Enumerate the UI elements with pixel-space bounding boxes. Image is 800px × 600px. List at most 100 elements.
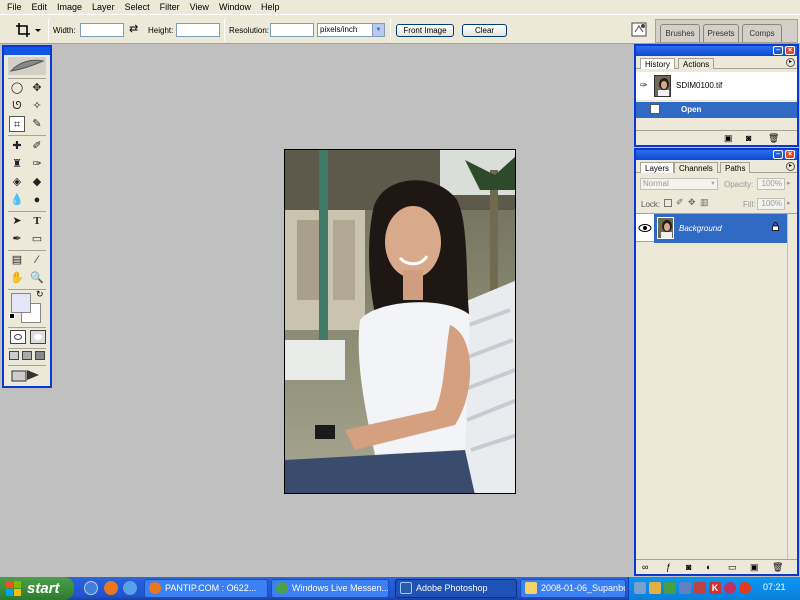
marquee-tool-icon[interactable]: ◯ (9, 80, 25, 96)
history-snapshot-row[interactable]: ✑ SDIM0100.tif (636, 72, 797, 100)
dodge-tool-icon[interactable]: ● (29, 192, 45, 208)
minimize-icon[interactable]: – (773, 46, 783, 55)
tab-paths[interactable]: Paths (720, 162, 751, 173)
menu-view[interactable]: View (185, 0, 214, 14)
panel-menu-icon[interactable]: ▸ (786, 58, 795, 67)
task-folder[interactable]: 2008-01-06_Supanbu... (520, 579, 626, 598)
history-brush-icon[interactable]: ✑ (29, 156, 45, 172)
paint-bucket-icon[interactable]: ◆ (29, 174, 45, 190)
fill-slider-arrow-icon[interactable]: ▸ (787, 199, 791, 207)
blur-tool-icon[interactable]: 💧 (9, 192, 25, 208)
lasso-tool-icon[interactable]: ᘎ (9, 98, 25, 114)
opacity-field[interactable]: 100% (757, 178, 785, 190)
tool-preset-picker[interactable] (15, 21, 45, 39)
menu-image[interactable]: Image (52, 0, 87, 14)
trash-icon[interactable]: 🗑 (772, 562, 783, 573)
width-field[interactable] (80, 23, 124, 37)
close-icon[interactable]: × (785, 46, 795, 55)
panel-menu-icon[interactable]: ▸ (786, 162, 795, 171)
slice-tool-icon[interactable]: ✎ (29, 116, 45, 132)
tray-antivirus-icon[interactable] (694, 582, 706, 594)
quicklaunch-ie-icon[interactable] (123, 581, 137, 595)
move-tool-icon[interactable]: ✥ (29, 80, 45, 96)
lock-all-icon[interactable]: ▥ (700, 197, 709, 208)
link-layers-icon[interactable]: ∞ (642, 562, 648, 572)
clock[interactable]: 07:21 (763, 582, 786, 592)
layer-visibility-toggle[interactable] (636, 214, 654, 242)
document-canvas[interactable] (284, 149, 516, 494)
task-pantip[interactable]: PANTIP.COM : O622... (144, 579, 268, 598)
tab-history[interactable]: History (640, 58, 675, 69)
height-field[interactable] (176, 23, 220, 37)
history-state-open[interactable]: Open (636, 102, 797, 118)
minimize-icon[interactable]: – (773, 150, 783, 159)
jump-to-imageready-icon[interactable] (11, 368, 41, 382)
menu-edit[interactable]: Edit (27, 0, 53, 14)
menu-select[interactable]: Select (120, 0, 155, 14)
quicklaunch-firefox-icon[interactable] (104, 581, 118, 595)
layers-scrollbar[interactable] (787, 214, 797, 559)
task-photoshop[interactable]: Adobe Photoshop (395, 579, 517, 598)
new-layer-icon[interactable]: ▣ (750, 562, 759, 573)
tray-network-icon[interactable] (634, 582, 646, 594)
magic-wand-icon[interactable]: ✧ (29, 98, 45, 114)
screen-mode-standard-icon[interactable] (9, 351, 19, 360)
zoom-tool-icon[interactable]: 🔍 (29, 270, 45, 286)
menu-help[interactable]: Help (256, 0, 285, 14)
fill-field[interactable]: 100% (757, 198, 785, 210)
swap-icon[interactable]: ⇄ (129, 22, 138, 35)
layer-row-background[interactable]: Background (654, 214, 787, 243)
well-tab-brushes[interactable]: Brushes (660, 24, 700, 42)
menu-filter[interactable]: Filter (155, 0, 185, 14)
brush-tool-icon[interactable]: ✐ (29, 138, 45, 154)
tray-update-icon[interactable] (724, 582, 736, 594)
history-brush-source-icon[interactable]: ✑ (640, 80, 648, 91)
menu-file[interactable]: File (2, 0, 27, 14)
tab-actions[interactable]: Actions (678, 58, 715, 69)
tray-k-icon[interactable]: K (709, 582, 721, 594)
clear-button[interactable]: Clear (462, 24, 507, 37)
well-tab-comps[interactable]: Comps (742, 24, 782, 42)
crop-tool-icon[interactable]: ⌗ (9, 116, 25, 132)
tab-channels[interactable]: Channels (674, 162, 718, 173)
front-image-button[interactable]: Front Image (396, 24, 454, 37)
tab-layers[interactable]: Layers (640, 162, 675, 173)
tray-volume-icon[interactable] (649, 582, 661, 594)
foreground-color-swatch[interactable] (11, 293, 31, 313)
file-browser-icon[interactable] (630, 20, 650, 40)
start-button[interactable]: start (0, 577, 74, 600)
lock-move-icon[interactable]: ✥ (688, 197, 696, 208)
type-tool-icon[interactable]: T (29, 213, 45, 229)
standard-mode-icon[interactable] (10, 330, 26, 344)
lock-brush-icon[interactable]: ✐ (676, 197, 684, 208)
screen-mode-menu-icon[interactable] (22, 351, 32, 360)
notes-tool-icon[interactable]: ▤ (9, 252, 25, 268)
layer-mask-icon[interactable]: ◙ (686, 562, 691, 572)
opacity-slider-arrow-icon[interactable]: ▸ (787, 179, 791, 187)
task-messenger[interactable]: Windows Live Messen... (271, 579, 389, 598)
close-icon[interactable]: × (785, 150, 795, 159)
swap-colors-icon[interactable]: ↻ (36, 289, 44, 300)
resolution-unit-select[interactable]: pixels/inch ▼ (317, 23, 385, 37)
eraser-icon[interactable]: ◈ (9, 174, 25, 190)
tray-app-icon[interactable] (679, 582, 691, 594)
trash-icon[interactable]: 🗑 (768, 133, 779, 144)
quicklaunch-desktop-icon[interactable] (84, 581, 98, 595)
blend-mode-select[interactable]: Normal ▼ (640, 178, 718, 190)
menu-layer[interactable]: Layer (87, 0, 120, 14)
healing-brush-icon[interactable]: ✚ (9, 138, 25, 154)
well-tab-presets[interactable]: Presets (703, 24, 739, 42)
lock-transparency-icon[interactable] (664, 199, 672, 207)
new-group-icon[interactable]: ▭ (728, 562, 737, 573)
eyedropper-icon[interactable]: ⁄ (29, 252, 45, 268)
adjustment-layer-icon[interactable]: ◐ (706, 562, 711, 572)
layer-style-icon[interactable]: ƒ (666, 562, 671, 572)
clone-stamp-icon[interactable]: ♜ (9, 156, 25, 172)
resolution-field[interactable] (270, 23, 314, 37)
tray-alert-icon[interactable] (739, 582, 751, 594)
snapshot-camera-icon[interactable]: ◙ (746, 133, 751, 143)
path-select-icon[interactable]: ➤ (9, 213, 25, 229)
pen-tool-icon[interactable]: ✒ (9, 231, 25, 247)
quickmask-mode-icon[interactable] (30, 330, 46, 344)
tray-messenger-icon[interactable] (664, 582, 676, 594)
